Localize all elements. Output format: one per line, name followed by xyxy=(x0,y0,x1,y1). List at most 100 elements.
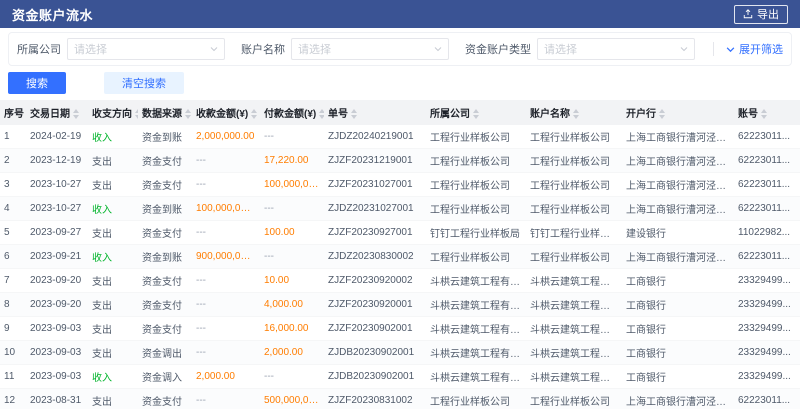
action-buttons: 搜索 清空搜索 xyxy=(8,72,792,94)
cell-direction: 收入 xyxy=(88,365,138,389)
cell-company: 斗栱云建筑工程有限公司 xyxy=(426,317,526,341)
column-label: 账户名称 xyxy=(530,109,570,120)
cell-direction: 支出 xyxy=(88,269,138,293)
cell-payment: 4,000.00 xyxy=(260,293,324,317)
cell-bank: 工商银行 xyxy=(622,365,734,389)
cell-account_no: 23329499... xyxy=(734,317,800,341)
cell-order_no: ZJDZ20231027001 xyxy=(324,197,426,221)
table-row: 122023-08-31支出资金支付---500,000,000.00ZJZF2… xyxy=(0,389,800,409)
expand-filter-label: 展开筛选 xyxy=(739,41,783,57)
column-header-direction[interactable]: 收支方向 xyxy=(88,100,138,125)
table-row: 42023-10-27收入资金到账100,000,000.00---ZJDZ20… xyxy=(0,197,800,221)
table-row: 72023-09-20支出资金支付---10.00ZJZF20230920002… xyxy=(0,269,800,293)
cell-company: 工程行业样板公司 xyxy=(426,125,526,149)
export-button[interactable]: 导出 xyxy=(734,5,788,24)
sort-icon xyxy=(73,109,79,119)
chevron-down-icon xyxy=(726,45,735,54)
table-row: 52023-09-27支出资金支付---100.00ZJZF2023092700… xyxy=(0,221,800,245)
cell-company: 斗栱云建筑工程有限公司 xyxy=(426,365,526,389)
filter-account-type: 资金账户类型 请选择 xyxy=(465,38,695,60)
column-header-date[interactable]: 交易日期 xyxy=(26,100,88,125)
cell-bank: 上海工商银行漕河泾支行 xyxy=(622,197,734,221)
cell-order_no: ZJZF20231027001 xyxy=(324,173,426,197)
cell-no: 1 xyxy=(0,125,26,149)
cell-receipt: --- xyxy=(192,341,260,365)
cell-receipt: --- xyxy=(192,293,260,317)
cell-payment: 500,000,000.00 xyxy=(260,389,324,409)
column-label: 开户行 xyxy=(626,109,656,120)
table-row: 82023-09-20支出资金支付---4,000.00ZJZF20230920… xyxy=(0,293,800,317)
cell-date: 2024-02-19 xyxy=(26,125,88,149)
cell-direction: 支出 xyxy=(88,221,138,245)
cell-account: 工程行业样板公司 xyxy=(526,173,622,197)
cell-source: 资金支付 xyxy=(138,317,192,341)
cell-direction: 支出 xyxy=(88,149,138,173)
cell-direction: 支出 xyxy=(88,317,138,341)
filter-panel: 所属公司 请选择 账户名称 请选择 资金账户类型 请选择 展开筛选 xyxy=(8,32,792,66)
sort-icon xyxy=(473,109,479,119)
column-label: 收款金额(¥) xyxy=(196,109,248,120)
clear-search-button[interactable]: 清空搜索 xyxy=(104,72,184,94)
cell-source: 资金支付 xyxy=(138,221,192,245)
cell-direction: 支出 xyxy=(88,293,138,317)
cell-account_no: 23329499... xyxy=(734,341,800,365)
cell-date: 2023-12-19 xyxy=(26,149,88,173)
account-type-filter-label: 资金账户类型 xyxy=(465,41,531,57)
cell-source: 资金支付 xyxy=(138,149,192,173)
cell-order_no: ZJZF20230902001 xyxy=(324,317,426,341)
column-label: 交易日期 xyxy=(30,109,70,120)
expand-filter-link[interactable]: 展开筛选 xyxy=(713,41,783,57)
cell-order_no: ZJDB20230902001 xyxy=(324,365,426,389)
column-label: 付款金额(¥) xyxy=(264,109,316,120)
cell-no: 11 xyxy=(0,365,26,389)
cell-date: 2023-10-27 xyxy=(26,173,88,197)
cell-bank: 上海工商银行漕河泾支行 xyxy=(622,245,734,269)
cell-bank: 上海工商银行漕河泾支行 xyxy=(622,149,734,173)
cell-receipt: 100,000,000.00 xyxy=(192,197,260,221)
search-button[interactable]: 搜索 xyxy=(8,72,66,94)
column-header-no: 序号 xyxy=(0,100,26,125)
column-label: 账号 xyxy=(738,109,758,120)
cell-no: 10 xyxy=(0,341,26,365)
column-header-payment[interactable]: 付款金额(¥) xyxy=(260,100,324,125)
cell-account_no: 62223011... xyxy=(734,125,800,149)
sort-icon xyxy=(135,109,138,119)
filter-account-name: 账户名称 请选择 xyxy=(241,38,449,60)
cell-account_no: 62223011... xyxy=(734,149,800,173)
cell-direction: 收入 xyxy=(88,245,138,269)
cell-receipt: --- xyxy=(192,389,260,409)
cell-direction: 收入 xyxy=(88,197,138,221)
cell-payment: 100.00 xyxy=(260,221,324,245)
column-header-company[interactable]: 所属公司 xyxy=(426,100,526,125)
table-row: 32023-10-27支出资金支付---100,000,000.00ZJZF20… xyxy=(0,173,800,197)
cell-company: 工程行业样板公司 xyxy=(426,245,526,269)
company-select[interactable]: 请选择 xyxy=(67,38,225,60)
cell-direction: 支出 xyxy=(88,173,138,197)
cell-source: 资金支付 xyxy=(138,293,192,317)
table-row: 112023-09-03收入资金调入2,000.00---ZJDB2023090… xyxy=(0,365,800,389)
account-type-select[interactable]: 请选择 xyxy=(537,38,695,60)
cell-date: 2023-08-31 xyxy=(26,389,88,409)
sort-icon xyxy=(351,109,357,119)
column-header-account[interactable]: 账户名称 xyxy=(526,100,622,125)
cell-payment: 10.00 xyxy=(260,269,324,293)
cell-payment: 17,220.00 xyxy=(260,149,324,173)
cell-receipt: 900,000,000.00 xyxy=(192,245,260,269)
column-header-order_no[interactable]: 单号 xyxy=(324,100,426,125)
company-filter-label: 所属公司 xyxy=(17,41,61,57)
column-header-source[interactable]: 数据来源 xyxy=(138,100,192,125)
sort-icon xyxy=(761,109,767,119)
cell-no: 3 xyxy=(0,173,26,197)
cell-account: 工程行业样板公司 xyxy=(526,389,622,409)
cell-bank: 工商银行 xyxy=(622,317,734,341)
sort-icon xyxy=(659,109,665,119)
account-name-select[interactable]: 请选择 xyxy=(291,38,449,60)
cell-source: 资金到账 xyxy=(138,245,192,269)
cell-receipt: --- xyxy=(192,221,260,245)
cell-company: 工程行业样板公司 xyxy=(426,173,526,197)
chevron-down-icon xyxy=(210,45,218,53)
column-header-bank[interactable]: 开户行 xyxy=(622,100,734,125)
cell-order_no: ZJDB20230902001 xyxy=(324,341,426,365)
column-header-receipt[interactable]: 收款金额(¥) xyxy=(192,100,260,125)
column-header-account_no[interactable]: 账号 xyxy=(734,100,800,125)
